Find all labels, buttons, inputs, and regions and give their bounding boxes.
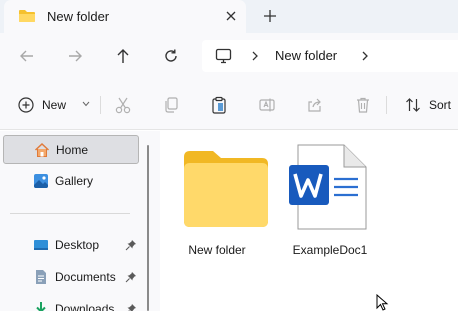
forward-arrow-icon[interactable] [66, 47, 84, 65]
chevron-right-icon[interactable] [360, 50, 370, 62]
file-item-document[interactable]: ExampleDoc1 [278, 141, 382, 257]
sidebar-item-label: Downloads [55, 302, 115, 311]
desktop-icon [34, 240, 48, 250]
back-arrow-icon[interactable] [18, 47, 36, 65]
delete-icon[interactable] [354, 96, 372, 114]
breadcrumb-segment[interactable]: New folder [275, 48, 337, 63]
rename-icon[interactable] [258, 96, 276, 114]
sidebar-item-gallery[interactable]: Gallery [3, 167, 139, 196]
refresh-icon[interactable] [162, 47, 180, 65]
new-button[interactable]: New [12, 91, 96, 119]
file-name: ExampleDoc1 [292, 243, 368, 257]
up-arrow-icon[interactable] [114, 47, 132, 65]
sidebar-scrollbar[interactable] [147, 145, 149, 311]
chevron-right-icon[interactable] [250, 50, 260, 62]
cut-icon[interactable] [114, 96, 132, 114]
sidebar-item-label: Documents [55, 270, 116, 284]
folder-icon [184, 151, 268, 227]
file-list: New folder ExampleDoc1 [160, 131, 458, 311]
paste-icon[interactable] [210, 96, 228, 114]
sidebar-item-label: Gallery [55, 174, 94, 188]
navigation-pane: Home Gallery Desktop Documents Downloads [0, 131, 160, 311]
navigation-bar: New folder [0, 33, 458, 80]
share-icon[interactable] [306, 96, 324, 114]
new-button-label: New [42, 98, 67, 112]
toolbar-divider [100, 96, 101, 114]
pin-icon[interactable] [125, 303, 137, 311]
toolbar-divider [386, 96, 387, 114]
sort-button[interactable]: Sort [400, 91, 458, 119]
sidebar-item-documents[interactable]: Documents [3, 263, 139, 292]
file-name: New folder [188, 243, 246, 257]
sidebar-divider [10, 213, 130, 214]
sidebar-item-label: Desktop [55, 238, 100, 252]
chevron-down-icon [82, 101, 90, 107]
sidebar-item-downloads[interactable]: Downloads [3, 295, 139, 311]
sidebar-item-home[interactable]: Home [3, 135, 139, 164]
address-bar[interactable]: New folder [202, 40, 458, 72]
download-icon [36, 302, 46, 311]
sort-icon [406, 98, 420, 112]
mouse-pointer-icon [376, 294, 389, 311]
close-icon[interactable] [223, 8, 239, 24]
home-icon [34, 142, 50, 157]
tab-title: New folder [47, 9, 110, 24]
folder-icon [19, 10, 35, 22]
pin-icon[interactable] [125, 239, 137, 251]
word-document-icon [289, 144, 367, 230]
sidebar-item-label: Home [56, 143, 89, 157]
computer-icon[interactable] [215, 48, 232, 64]
command-bar: New Sort [0, 80, 458, 130]
tab-bar: New folder [0, 0, 458, 33]
plus-icon[interactable] [262, 8, 278, 24]
documents-icon [36, 270, 46, 284]
pin-icon[interactable] [125, 271, 137, 283]
copy-icon[interactable] [162, 96, 180, 114]
sort-button-label: Sort [429, 98, 452, 112]
add-circle-icon [18, 97, 34, 113]
sidebar-item-desktop[interactable]: Desktop [3, 231, 139, 260]
tab-new-folder[interactable]: New folder [4, 0, 246, 33]
file-item-folder[interactable]: New folder [165, 141, 269, 257]
gallery-icon [34, 174, 48, 188]
